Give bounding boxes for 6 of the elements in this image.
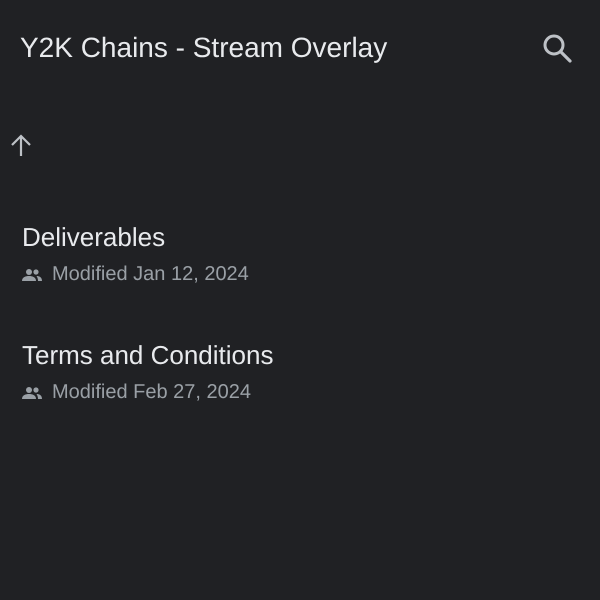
file-name[interactable]: Terms and Conditions (22, 340, 600, 371)
modified-date: Modified Feb 27, 2024 (52, 381, 252, 404)
modified-date: Modified Jan 12, 2024 (52, 263, 249, 286)
file-name[interactable]: Deliverables (22, 222, 600, 253)
up-arrow-icon[interactable] (10, 133, 32, 157)
page-title: Y2K Chains - Stream Overlay (20, 32, 388, 64)
